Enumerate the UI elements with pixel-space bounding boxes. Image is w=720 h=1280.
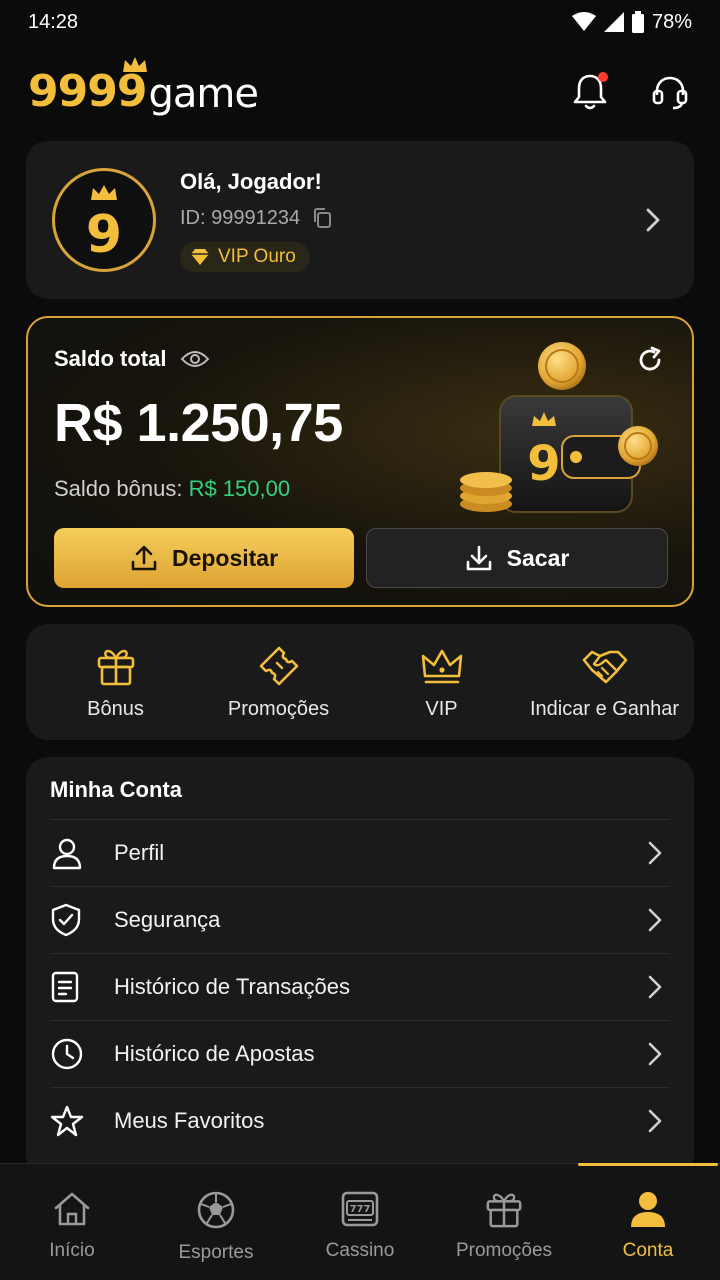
- deposit-button[interactable]: Depositar: [54, 528, 354, 588]
- menu-item-label: Perfil: [114, 840, 165, 865]
- chevron-right-icon: [638, 207, 668, 233]
- quick-action-label: VIP: [425, 697, 458, 720]
- quick-action-label: Bônus: [87, 697, 144, 720]
- vip-level: VIP Ouro: [218, 245, 296, 267]
- app-logo[interactable]: 9999 game: [28, 57, 259, 117]
- menu-item-label: Meus Favoritos: [114, 1108, 265, 1133]
- balance-label: Saldo total: [54, 346, 167, 371]
- menu-item-favorites[interactable]: Meus Favoritos: [50, 1087, 670, 1154]
- nav-item-sports[interactable]: Esportes: [144, 1164, 288, 1280]
- download-icon: [466, 545, 491, 571]
- eye-icon[interactable]: [180, 349, 210, 369]
- wifi-icon: [571, 12, 596, 31]
- menu-item-label: Histórico de Transações: [114, 974, 350, 999]
- profile-greeting: Olá, Jogador!: [180, 168, 322, 194]
- home-icon: [54, 1192, 90, 1226]
- menu-item-label: Segurança: [114, 907, 221, 932]
- active-tab-indicator: [578, 1163, 718, 1166]
- nav-label: Conta: [622, 1240, 674, 1261]
- account-icon: [631, 1192, 665, 1227]
- ticket-icon: [259, 646, 298, 685]
- signal-icon: [603, 12, 624, 32]
- menu-item-label: Histórico de Apostas: [114, 1041, 315, 1066]
- bonus-label: Saldo bônus:: [54, 476, 183, 501]
- nav-item-home[interactable]: Início: [0, 1164, 144, 1280]
- withdraw-button[interactable]: Sacar: [366, 528, 668, 588]
- menu-item-profile[interactable]: Perfil: [50, 819, 670, 886]
- withdraw-label: Sacar: [506, 544, 570, 571]
- balance-card: Saldo total R$ 1.250,75 Saldo bônus: R$ …: [26, 316, 694, 607]
- copy-icon[interactable]: [312, 207, 332, 229]
- avatar: 9: [52, 168, 156, 272]
- chevron-right-icon: [640, 840, 670, 866]
- quick-action-label: Indicar e Ganhar: [530, 697, 679, 720]
- avatar-badge-icon: 9: [86, 185, 122, 260]
- bonus-value: R$ 150,00: [188, 476, 291, 501]
- quick-action-label: Promoções: [227, 697, 330, 720]
- app-header: 9999 game: [0, 50, 720, 134]
- quick-action-bonus[interactable]: Bônus: [36, 644, 196, 721]
- notifications-button[interactable]: [568, 70, 612, 114]
- support-button[interactable]: [648, 70, 692, 114]
- logo-word: game: [148, 71, 258, 117]
- user-icon: [52, 838, 82, 870]
- account-section: Minha Conta Perfil Segurança Histórico d…: [26, 757, 694, 1177]
- deposit-label: Depositar: [171, 544, 279, 571]
- upload-icon: [131, 545, 157, 571]
- soccer-ball-icon: [197, 1191, 235, 1229]
- vip-badge[interactable]: VIP Ouro: [180, 241, 310, 272]
- quick-action-referral[interactable]: Indicar e Ganhar: [525, 644, 685, 721]
- quick-action-vip[interactable]: VIP: [362, 644, 522, 721]
- battery-percent: 78%: [651, 10, 692, 33]
- nav-item-casino[interactable]: 777 Cassino: [288, 1164, 432, 1280]
- wallet-digit: 9: [527, 436, 560, 492]
- star-icon: [50, 1105, 84, 1137]
- handshake-icon: [582, 650, 627, 683]
- refresh-button[interactable]: [636, 346, 664, 379]
- gift-icon: [486, 1193, 522, 1228]
- slot-machine-icon: 777: [341, 1191, 379, 1227]
- quick-actions: Bônus Promoções VIP Indicar e Ganhar: [26, 624, 694, 740]
- chevron-right-icon: [640, 974, 670, 1000]
- crown-icon: [421, 649, 462, 683]
- chevron-right-icon: [640, 1041, 670, 1067]
- avatar-digit: 9: [86, 205, 122, 260]
- refresh-icon: [639, 346, 661, 371]
- chevron-right-icon: [640, 1108, 670, 1134]
- status-icons: 78%: [571, 10, 692, 34]
- bottom-nav: Início Esportes 777 Cassino Promoções Co…: [0, 1163, 720, 1280]
- diamond-icon: [191, 248, 209, 265]
- battery-icon: [631, 11, 644, 33]
- menu-item-security[interactable]: Segurança: [50, 886, 670, 953]
- nav-label: Promoções: [455, 1240, 553, 1261]
- nav-label: Cassino: [325, 1240, 395, 1261]
- section-title: Minha Conta: [50, 777, 182, 802]
- svg-text:777: 777: [350, 1204, 371, 1215]
- shield-check-icon: [51, 903, 81, 937]
- headset-icon: [652, 76, 688, 110]
- chevron-right-icon: [640, 907, 670, 933]
- menu-item-transaction-history[interactable]: Histórico de Transações: [50, 953, 670, 1020]
- document-icon: [51, 971, 79, 1003]
- status-time: 14:28: [28, 10, 79, 33]
- status-bar: 14:28 78%: [0, 0, 720, 44]
- nav-item-account[interactable]: Conta: [576, 1163, 720, 1280]
- notification-dot: [598, 72, 608, 82]
- gift-icon: [97, 649, 134, 685]
- player-id: ID: 99991234: [180, 206, 301, 229]
- nav-item-promotions[interactable]: Promoções: [432, 1164, 576, 1280]
- nav-label: Esportes: [178, 1242, 254, 1263]
- quick-action-promotions[interactable]: Promoções: [199, 644, 359, 721]
- logo-digits: 9999: [28, 66, 147, 117]
- clock-icon: [51, 1038, 83, 1070]
- nav-label: Início: [49, 1240, 95, 1261]
- wallet-icon: 9: [460, 342, 658, 513]
- logo-crown-icon: [123, 57, 147, 72]
- profile-card[interactable]: 9 Olá, Jogador! ID: 99991234 VIP Ouro: [26, 141, 694, 299]
- menu-item-bet-history[interactable]: Histórico de Apostas: [50, 1020, 670, 1087]
